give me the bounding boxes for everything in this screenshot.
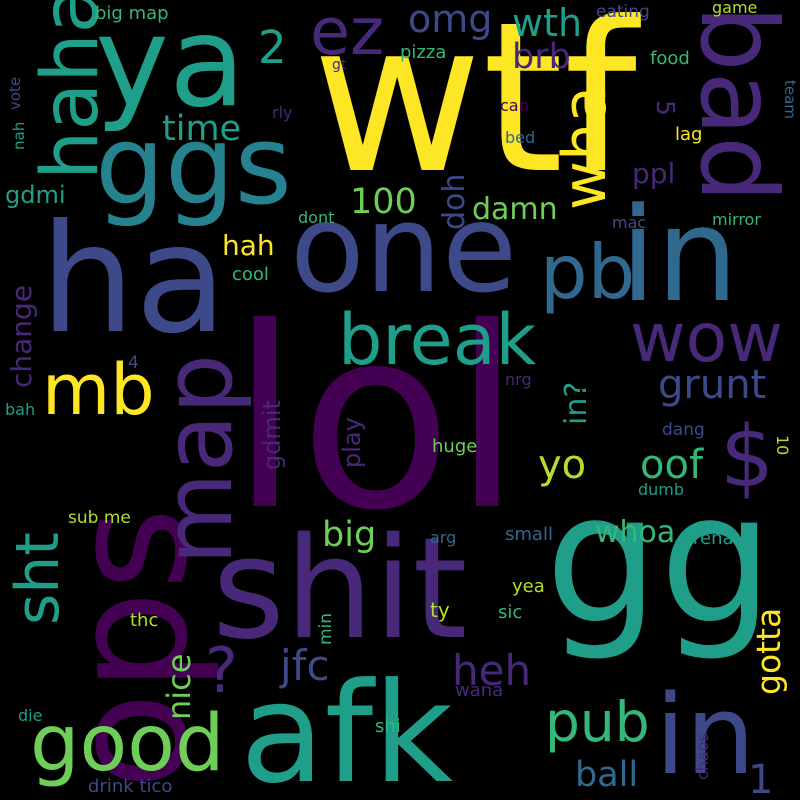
word-lag: lag <box>675 124 703 145</box>
word-break: break <box>338 299 537 381</box>
word-small: small <box>505 524 553 545</box>
word-change: change <box>5 284 38 388</box>
word-dollar: $ <box>720 408 775 507</box>
word-haha: haha <box>26 0 116 180</box>
word-sic: sic <box>498 602 523 623</box>
word-gotta: gotta <box>749 607 788 695</box>
word-drink-tico: drink tico <box>88 776 173 797</box>
word-arena: arena <box>682 528 734 549</box>
word-gdmi: gdmi <box>5 181 66 209</box>
word-huge: huge <box>432 436 478 457</box>
word-dont: dont <box>298 208 335 227</box>
word-oof: oof <box>640 442 704 488</box>
word-question: ? <box>205 634 238 707</box>
word-map: map <box>144 353 254 565</box>
word-bad: bad <box>677 5 799 203</box>
word-doh: doh <box>437 173 472 230</box>
word-in-q: in? <box>559 381 594 425</box>
word-wana: wana <box>455 680 504 701</box>
word-one-small: 1 <box>748 757 774 800</box>
word-pub: pub <box>545 690 650 754</box>
word-grunt: grunt <box>658 362 767 408</box>
word-what: wha <box>550 86 620 210</box>
word-ty: ty <box>430 598 450 622</box>
word-yea: yea <box>512 576 545 597</box>
word-ez: ez <box>310 0 385 70</box>
word-dang: dang <box>662 420 705 440</box>
word-arg: arg <box>430 528 457 547</box>
word-dumb: dumb <box>638 480 685 499</box>
word-shi: shi <box>375 716 401 737</box>
word-mirror: mirror <box>712 210 761 229</box>
word-cap: cap <box>500 96 529 115</box>
word-thc: thc <box>130 610 159 631</box>
word-damn: damn <box>472 192 558 227</box>
word-four: 4 <box>128 353 139 373</box>
word-nice: nice <box>160 653 198 720</box>
word-game: game <box>712 0 758 17</box>
word-big: big <box>322 515 377 555</box>
word-gdmit: gdmit <box>258 400 286 470</box>
word-hundred: 100 <box>350 182 417 222</box>
word-ten: 10 <box>773 435 792 456</box>
word-yo: yo <box>538 442 587 488</box>
word-whoa: whoa <box>595 515 676 550</box>
word-sht: sht <box>3 532 73 625</box>
word-cool: cool <box>232 264 269 285</box>
word-brb: brb <box>512 37 571 77</box>
word-die: die <box>18 706 43 725</box>
word-afk: afk <box>240 653 454 800</box>
word-sub-me: sub me <box>68 508 131 528</box>
word-cloud: wtf lol gg ops shit afk ha one in in ya … <box>0 0 800 800</box>
word-chaos: chaos <box>693 733 712 780</box>
word-vote: vote <box>6 76 24 110</box>
word-team: team <box>781 80 799 119</box>
word-bah: bah <box>5 400 36 419</box>
word-nrg: nrg <box>505 370 532 389</box>
word-hah: hah <box>222 229 275 262</box>
word-pb: pb <box>540 228 636 316</box>
word-ppl: ppl <box>632 157 676 190</box>
word-omg: omg <box>408 0 493 41</box>
word-five: 5 <box>651 100 680 116</box>
word-big-map: big map <box>95 3 169 24</box>
word-nah: nah <box>10 121 28 150</box>
word-pizza: pizza <box>400 42 447 63</box>
word-jfc: jfc <box>280 641 330 690</box>
word-min: min <box>316 612 336 645</box>
word-two: 2 <box>258 21 287 74</box>
word-mac: mac <box>612 213 647 232</box>
word-gt: gt <box>332 57 347 73</box>
word-bed: bed <box>505 128 536 147</box>
word-eating: eating <box>596 2 650 22</box>
word-food: food <box>650 48 690 69</box>
word-rly: rly <box>272 103 293 122</box>
word-play: play <box>338 417 366 468</box>
word-ball: ball <box>575 755 639 795</box>
word-time: time <box>162 109 242 149</box>
